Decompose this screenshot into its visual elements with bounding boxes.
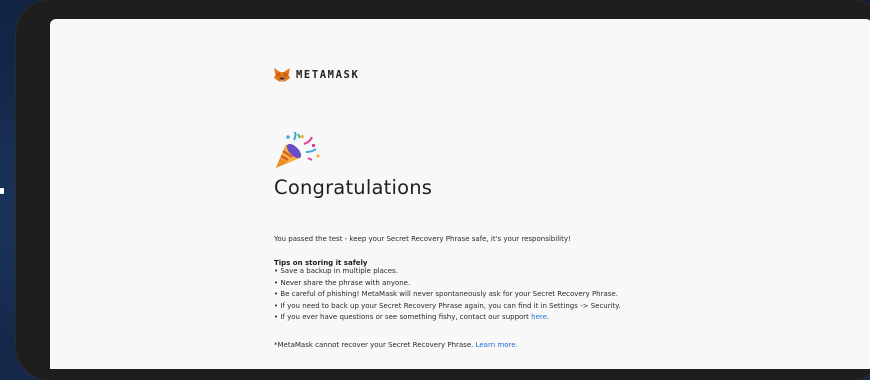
browser-screen: METAMASK Congratulations You passed the … [50, 19, 870, 369]
learn-more-link[interactable]: Learn more. [476, 341, 518, 349]
laptop-frame: METAMASK Congratulations You passed the … [16, 0, 870, 380]
support-link[interactable]: here [531, 313, 547, 321]
edge-indicator [0, 188, 4, 194]
intro-text: You passed the test - keep your Secret R… [274, 235, 571, 243]
metamask-fox-icon [274, 68, 290, 82]
footnote: *MetaMask cannot recover your Secret Rec… [274, 341, 518, 349]
tip-support-suffix: . [546, 313, 550, 321]
tips-list: • Save a backup in multiple places. • Ne… [274, 266, 621, 324]
tip-item-support: • If you ever have questions or see some… [274, 312, 621, 324]
party-popper-icon [276, 132, 320, 168]
brand-wordmark: METAMASK [296, 69, 360, 81]
page-title: Congratulations [274, 176, 433, 199]
tip-item: • If you need to back up your Secret Rec… [274, 301, 621, 310]
footnote-text: *MetaMask cannot recover your Secret Rec… [274, 341, 476, 349]
tip-item: • Save a backup in multiple places. [274, 267, 398, 275]
tip-item: • Be careful of phishing! MetaMask will … [274, 290, 618, 298]
brand-logo: METAMASK [274, 68, 359, 82]
tip-support-text: • If you ever have questions or see some… [274, 313, 532, 321]
tip-item: • Never share the phrase with anyone. [274, 278, 411, 287]
